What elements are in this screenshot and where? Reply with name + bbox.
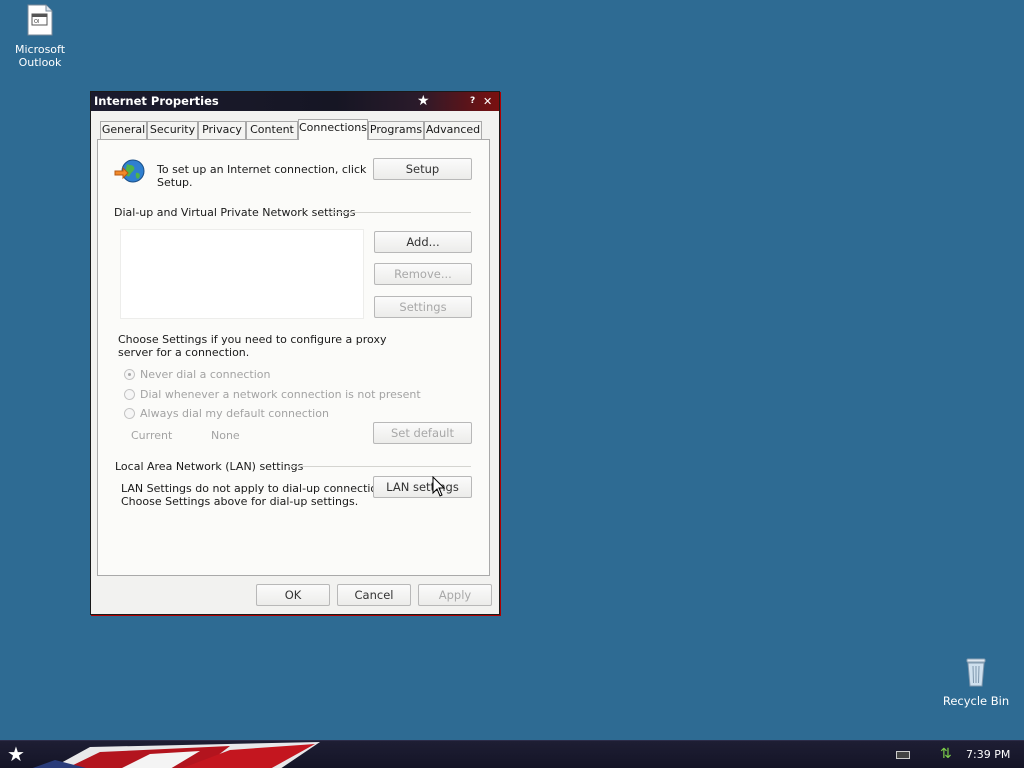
recycle-bin-icon <box>938 656 1014 691</box>
network-icon[interactable]: ⇅ <box>940 745 952 763</box>
taskbar: ★ ⇅ 7:39 PM <box>0 740 1024 768</box>
flag-banner-icon <box>32 742 320 768</box>
proxy-instructions: Choose Settings if you need to configure… <box>118 333 387 359</box>
lan-section-heading: Local Area Network (LAN) settings <box>115 460 304 473</box>
desktop-icon-recycle-bin[interactable]: Recycle Bin <box>938 656 1014 708</box>
tab-general[interactable]: General <box>100 121 147 139</box>
clock[interactable]: 7:39 PM <box>966 741 1010 768</box>
current-value: None <box>211 429 240 442</box>
internet-properties-dialog: Internet Properties ★ ? ✕ General Securi… <box>90 91 500 615</box>
radio-button[interactable] <box>124 369 135 380</box>
current-label: Current <box>131 429 173 442</box>
close-button[interactable]: ✕ <box>483 92 492 111</box>
connections-panel: To set up an Internet connection, click … <box>97 139 490 576</box>
desktop-icon-microsoft-outlook[interactable]: Ol Microsoft Outlook <box>2 4 78 69</box>
settings-button[interactable]: Settings <box>374 296 472 318</box>
desktop-icon-label: Recycle Bin <box>942 694 1010 708</box>
divider <box>328 212 471 213</box>
lan-settings-button[interactable]: LAN settings <box>373 476 472 498</box>
tab-security[interactable]: Security <box>147 121 198 139</box>
ok-button[interactable]: OK <box>256 584 330 606</box>
lan-instructions: LAN Settings do not apply to dial-up con… <box>121 482 394 508</box>
star-icon: ★ <box>417 93 430 109</box>
tab-connections[interactable]: Connections <box>298 119 368 140</box>
set-default-button[interactable]: Set default <box>373 422 472 444</box>
remove-button[interactable]: Remove... <box>374 263 472 285</box>
start-button[interactable]: ★ <box>7 743 25 765</box>
keyboard-icon[interactable] <box>896 751 910 759</box>
desktop-icon-label: Outlook <box>18 56 62 69</box>
help-button[interactable]: ? <box>470 92 475 111</box>
cancel-button[interactable]: Cancel <box>337 584 411 606</box>
connections-listbox[interactable] <box>120 229 364 319</box>
add-button[interactable]: Add... <box>374 231 472 253</box>
title-bar[interactable]: Internet Properties ★ ? ✕ <box>91 92 499 111</box>
document-icon: Ol <box>2 4 78 39</box>
dialup-section-heading: Dial-up and Virtual Private Network sett… <box>114 206 356 219</box>
setup-instructions: To set up an Internet connection, click … <box>157 163 367 189</box>
tab-privacy[interactable]: Privacy <box>198 121 246 139</box>
setup-button[interactable]: Setup <box>373 158 472 180</box>
svg-text:Ol: Ol <box>34 19 39 25</box>
apply-button[interactable]: Apply <box>418 584 492 606</box>
desktop-icon-label: Microsoft <box>14 43 66 56</box>
radio-button[interactable] <box>124 408 135 419</box>
window-title: Internet Properties <box>94 94 219 108</box>
internet-connection-globe-icon <box>114 158 148 189</box>
radio-button[interactable] <box>124 389 135 400</box>
tab-programs[interactable]: Programs <box>368 121 424 139</box>
tab-content[interactable]: Content <box>246 121 298 139</box>
tab-advanced[interactable]: Advanced <box>424 121 482 139</box>
divider <box>288 466 471 467</box>
